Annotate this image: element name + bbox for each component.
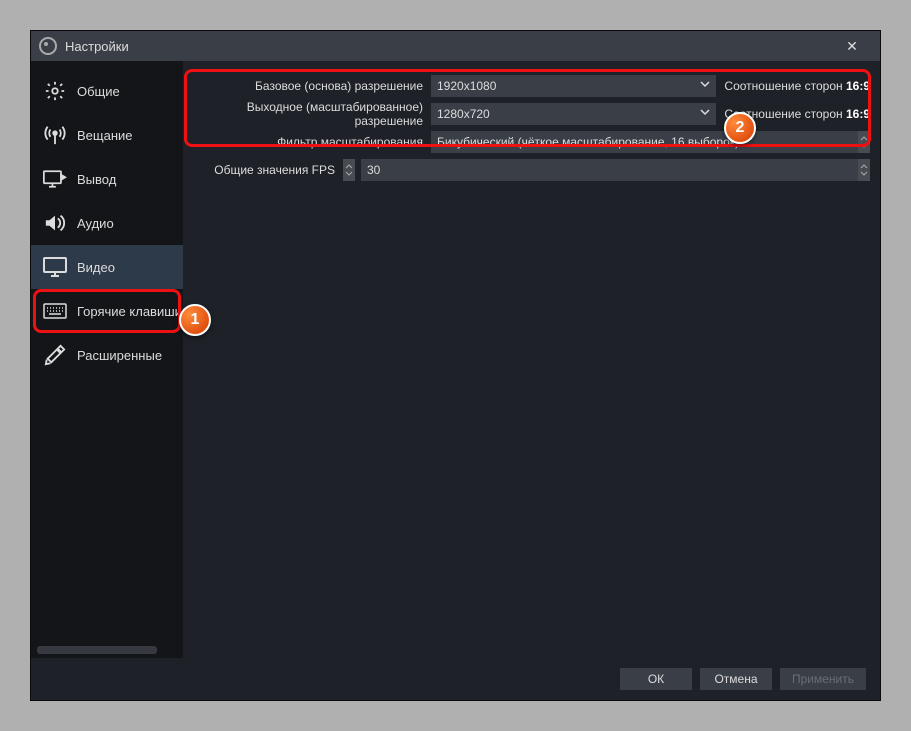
gear-icon [43,81,67,101]
footer: ОК Отмена Применить [31,658,880,700]
annotation-marker-2: 2 [724,112,756,144]
content-panel: Базовое (основа) разрешение 1920x1080 Со… [183,61,880,658]
chevron-down-icon [700,107,710,117]
ok-button[interactable]: ОК [620,668,692,690]
label-output-resolution: Выходное (масштабированное) разрешение [193,100,431,128]
label-base-resolution: Базовое (основа) разрешение [193,79,431,93]
combo-value: 1280x720 [437,107,490,121]
sidebar-item-video[interactable]: Видео [31,245,183,289]
cancel-button[interactable]: Отмена [700,668,772,690]
apply-button[interactable]: Применить [780,668,866,690]
body: Общие Вещание Вывод Аудио [31,61,880,658]
tools-icon [43,345,67,365]
sidebar-item-advanced[interactable]: Расширенные [31,333,183,377]
sidebar-item-label: Расширенные [77,348,162,363]
sidebar-item-label: Горячие клавиши [77,304,182,319]
combo-value: 1920x1080 [437,79,496,93]
sidebar-item-label: Общие [77,84,120,99]
sidebar-item-stream[interactable]: Вещание [31,113,183,157]
sidebar-scrollbar[interactable] [37,646,157,654]
annotation-marker-1: 1 [179,304,211,336]
sidebar-item-general[interactable]: Общие [31,69,183,113]
broadcast-icon [43,125,67,145]
label-scale-filter: Фильтр масштабирования [193,135,431,149]
row-base-resolution: Базовое (основа) разрешение 1920x1080 Со… [193,73,870,99]
sidebar-item-label: Аудио [77,216,114,231]
app-icon [39,37,57,55]
label-fps: Общие значения FPS [193,163,343,177]
combo-output-resolution[interactable]: 1280x720 [431,103,716,125]
combo-fps[interactable]: 30 [361,159,858,181]
close-button[interactable]: ✕ [832,38,872,55]
settings-window: Настройки ✕ Общие Вещание Вывод [30,30,881,701]
row-output-resolution: Выходное (масштабированное) разрешение 1… [193,101,870,127]
window-title: Настройки [65,39,832,54]
aspect-base: Соотношение сторон 16:9 [724,79,870,93]
sidebar: Общие Вещание Вывод Аудио [31,61,183,658]
keyboard-icon [43,301,67,321]
monitor-icon [43,257,67,277]
sidebar-item-label: Вывод [77,172,116,187]
sidebar-item-label: Видео [77,260,115,275]
row-fps: Общие значения FPS 30 [193,157,870,183]
combo-value: Бикубический (чёткое масштабирование, 16… [437,135,739,149]
sidebar-item-label: Вещание [77,128,133,143]
spinner-scale-filter[interactable] [858,131,870,153]
audio-icon [43,213,67,233]
spinner-fps-type[interactable] [343,159,355,181]
combo-value: 30 [367,163,380,177]
combo-base-resolution[interactable]: 1920x1080 [431,75,716,97]
sidebar-item-hotkeys[interactable]: Горячие клавиши [31,289,183,333]
combo-scale-filter[interactable]: Бикубический (чёткое масштабирование, 16… [431,131,858,153]
chevron-down-icon [700,79,710,89]
spinner-fps[interactable] [858,159,870,181]
titlebar: Настройки ✕ [31,31,880,61]
sidebar-item-output[interactable]: Вывод [31,157,183,201]
row-scale-filter: Фильтр масштабирования Бикубический (чёт… [193,129,870,155]
output-icon [43,169,67,189]
sidebar-item-audio[interactable]: Аудио [31,201,183,245]
